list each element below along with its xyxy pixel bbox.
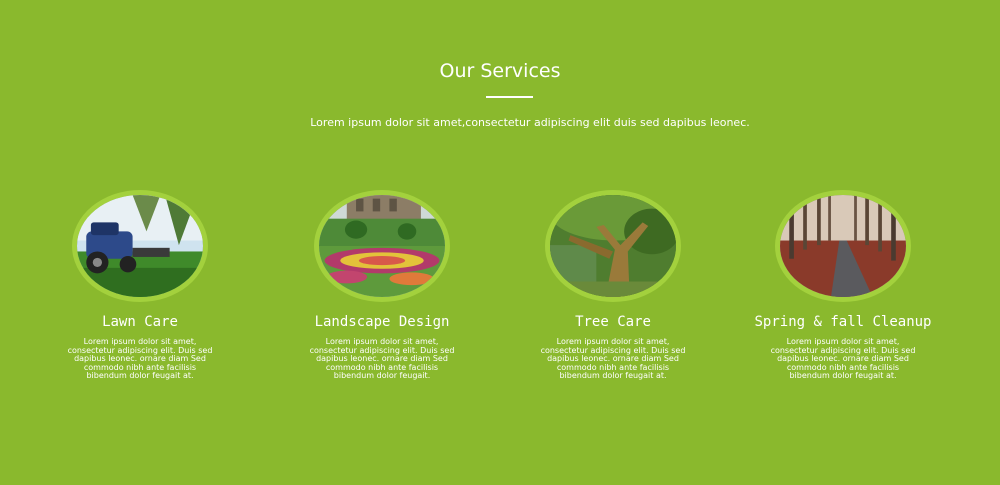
service-description: Lorem ipsum dolor sit amet, consectetur …: [770, 337, 916, 380]
service-title[interactable]: Spring & fall Cleanup: [727, 314, 959, 330]
section-subtitle: Lorem ipsum dolor sit amet,consectetur a…: [310, 116, 750, 129]
autumn-road-photo-icon[interactable]: [775, 190, 911, 302]
service-card-landscape-design[interactable]: Landscape Design Lorem ipsum dolor sit a…: [266, 190, 498, 381]
service-card-spring-fall-cleanup[interactable]: Spring & fall Cleanup Lorem ipsum dolor …: [727, 190, 959, 381]
service-title[interactable]: Landscape Design: [266, 314, 498, 330]
service-description: Lorem ipsum dolor sit amet, consectetur …: [540, 337, 686, 380]
service-card-lawn-care[interactable]: Lawn Care Lorem ipsum dolor sit amet, co…: [24, 190, 256, 381]
title-divider: [486, 96, 533, 98]
service-title[interactable]: Lawn Care: [24, 314, 256, 330]
tree-photo-icon[interactable]: [545, 190, 681, 302]
section-title: Our Services: [439, 60, 561, 82]
lawn-mower-photo-icon[interactable]: [72, 190, 208, 302]
service-card-tree-care[interactable]: Tree Care Lorem ipsum dolor sit amet, co…: [497, 190, 729, 381]
service-title[interactable]: Tree Care: [497, 314, 729, 330]
service-description: Lorem ipsum dolor sit amet, consectetur …: [309, 337, 455, 380]
garden-flowerbed-photo-icon[interactable]: [314, 190, 450, 302]
service-description: Lorem ipsum dolor sit amet, consectetur …: [67, 337, 213, 380]
